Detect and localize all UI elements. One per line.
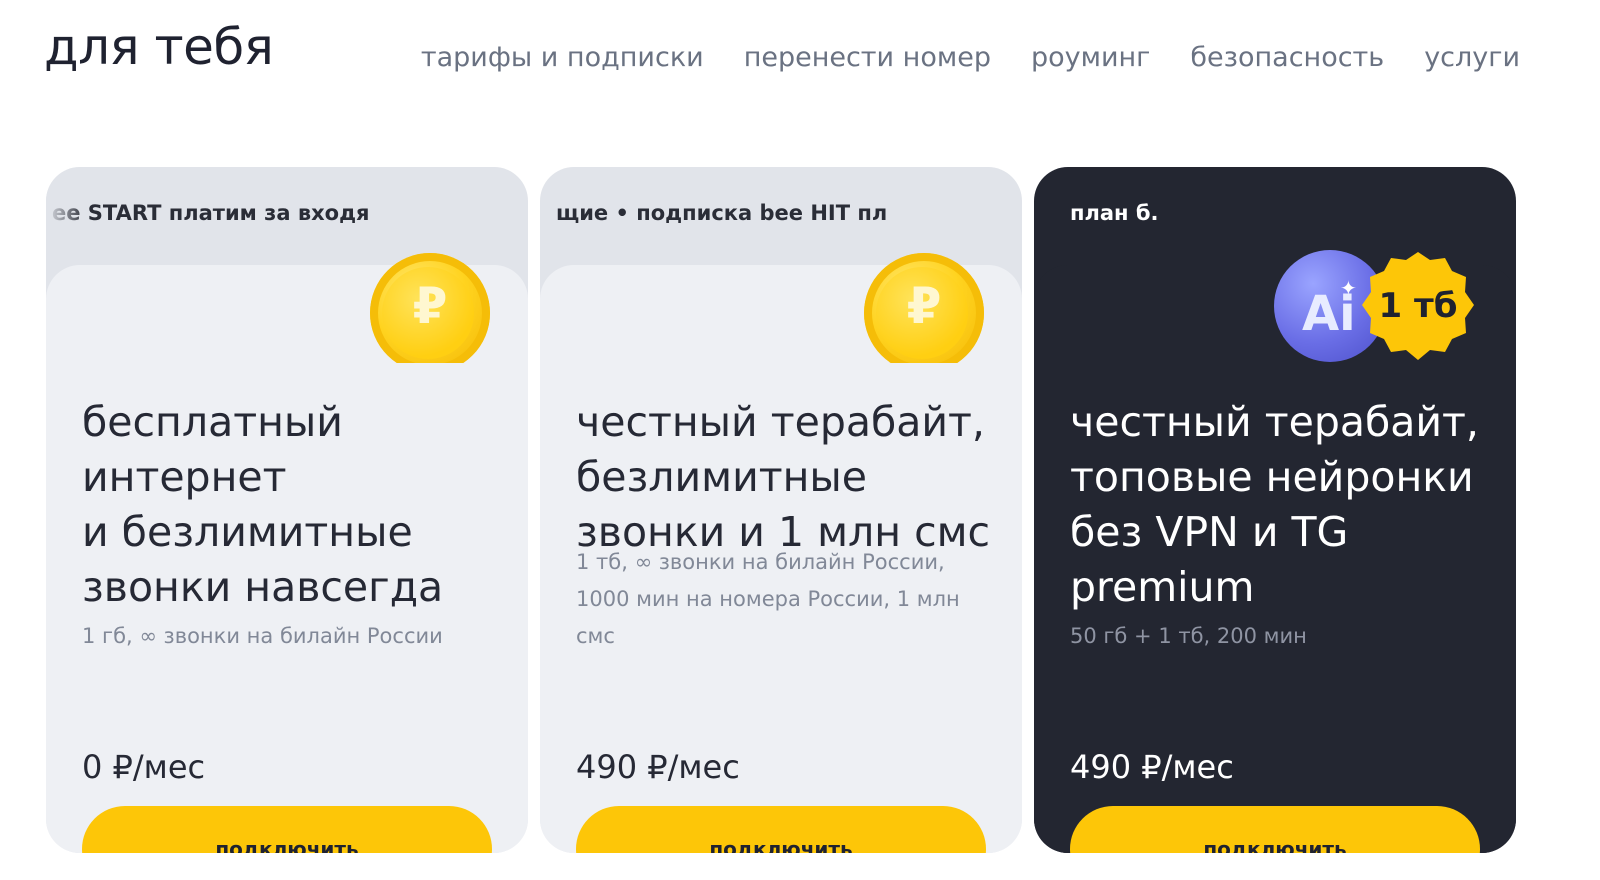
nav-item-roaming[interactable]: роуминг — [1031, 42, 1150, 73]
terabyte-badge: 1 тб — [1360, 250, 1476, 363]
connect-button[interactable]: подключить — [82, 806, 492, 853]
nav-item-tariffs[interactable]: тарифы и подписки — [421, 42, 704, 73]
sparkle-icon: ✦ — [1340, 276, 1357, 300]
nav-item-transfer-number[interactable]: перенести номер — [744, 42, 991, 73]
ticker-text: ee START платим за входя — [52, 201, 370, 225]
tariff-card-plan-b[interactable]: план б. Ai ✦ 1 тб честный терабайт, топо… — [1034, 167, 1516, 853]
connect-button[interactable]: подключить — [1070, 806, 1480, 853]
page-title: для тебя — [44, 18, 274, 76]
connect-button[interactable]: подключить — [576, 806, 986, 853]
tariff-card-hit[interactable]: щие • подписка bee HIT пл ₽ честный тера… — [540, 167, 1022, 853]
card-panel: ₽ бесплатный интернет и безлимитные звон… — [46, 253, 528, 853]
ruble-coin-icon: ₽ — [368, 253, 492, 363]
card-price: 490 ₽/мес — [576, 748, 740, 786]
card-price: 0 ₽/мес — [82, 748, 206, 786]
plan-label: план б. — [1070, 201, 1159, 225]
card-panel: Ai ✦ 1 тб честный терабайт, топовые нейр… — [1034, 250, 1516, 853]
ticker-strip: щие • подписка bee HIT пл — [540, 167, 1022, 265]
card-title: бесплатный интернет и безлимитные звонки… — [82, 398, 444, 611]
card-details: 1 гб, ∞ звонки на билайн России — [82, 624, 443, 648]
card-price: 490 ₽/мес — [1070, 748, 1234, 786]
tariff-card-start[interactable]: ee START платим за входя ₽ бесплатный ин… — [46, 167, 528, 853]
card-details: 1 тб, ∞ звонки на билайн России, 1000 ми… — [576, 550, 960, 648]
nav-item-security[interactable]: безопасность — [1190, 42, 1384, 73]
ticker-text: щие • подписка bee HIT пл — [556, 201, 888, 225]
card-title: честный терабайт, топовые нейронки без V… — [1070, 398, 1479, 611]
top-nav: тарифы и подписки перенести номер роумин… — [421, 42, 1520, 73]
terabyte-badge-label: 1 тб — [1378, 286, 1458, 326]
nav-item-services[interactable]: услуги — [1424, 42, 1520, 73]
card-title: честный терабайт, безлимитные звонки и 1… — [576, 398, 991, 556]
card-details: 50 гб + 1 тб, 200 мин — [1070, 624, 1307, 648]
card-panel: ₽ честный терабайт, безлимитные звонки и… — [540, 253, 1022, 853]
ticker-strip: ee START платим за входя — [46, 167, 528, 265]
ruble-coin-icon: ₽ — [862, 253, 986, 363]
